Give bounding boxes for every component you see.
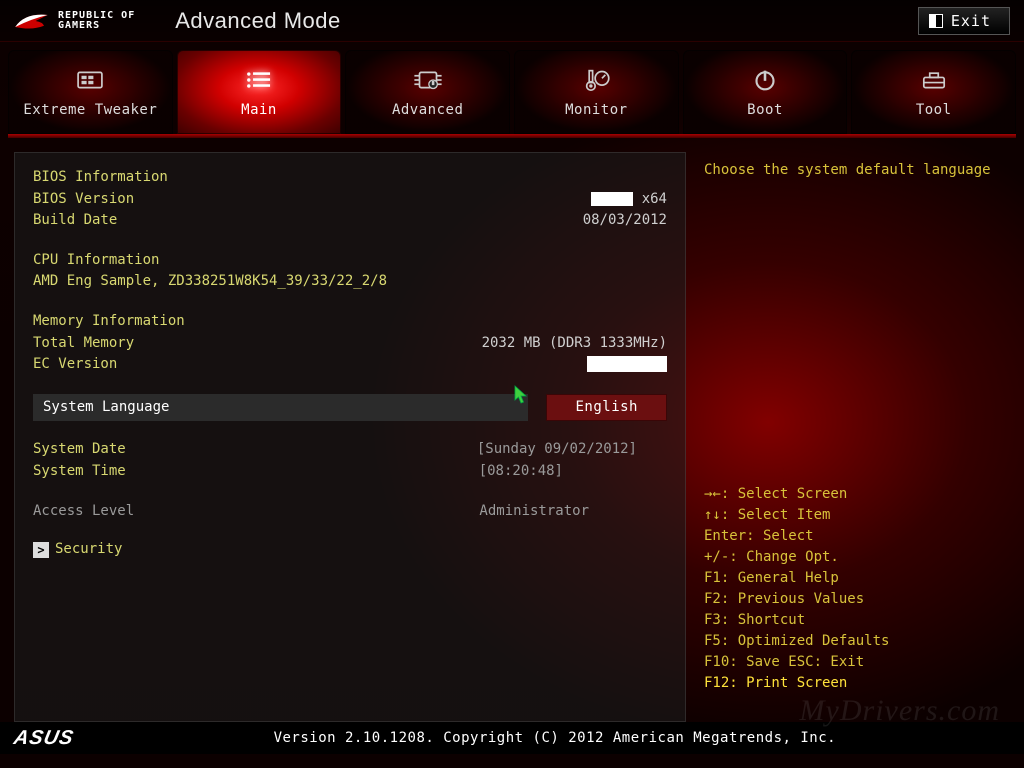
nav-help-line: F2: Previous Values	[704, 589, 1008, 610]
cpu-info-value: AMD Eng Sample, ZD338251W8K54_39/33/22_2…	[33, 272, 387, 292]
tab-boot[interactable]: Boot	[683, 50, 848, 134]
main-area: BIOS Information BIOS Version x64 Build …	[0, 138, 1024, 722]
tab-label: Monitor	[565, 102, 628, 118]
rog-eye-icon	[14, 10, 50, 32]
system-date-label[interactable]: System Date	[33, 440, 126, 460]
system-time-label[interactable]: System Time	[33, 462, 126, 482]
cpu-info-block: CPU Information AMD Eng Sample, ZD338251…	[33, 250, 667, 293]
tab-label: Tool	[916, 102, 952, 118]
list-icon	[242, 66, 276, 94]
nav-help-highlight: F12: Print Screen	[704, 673, 1008, 694]
nav-help: →←: Select Screen ↑↓: Select Item Enter:…	[702, 478, 1010, 712]
bios-info-title: BIOS Information	[33, 168, 168, 188]
tweaker-icon	[73, 66, 107, 94]
nav-help-line: F3: Shortcut	[704, 610, 1008, 631]
ec-version-label: EC Version	[33, 355, 117, 375]
access-level-label: Access Level	[33, 502, 134, 522]
tab-bar: Extreme Tweaker Main Advanced Monitor Bo…	[0, 42, 1024, 134]
security-label: Security	[55, 540, 122, 560]
exit-button[interactable]: Exit	[918, 7, 1010, 35]
nav-help-line: F1: General Help	[704, 568, 1008, 589]
nav-help-line: F5: Optimized Defaults	[704, 631, 1008, 652]
content-panel: BIOS Information BIOS Version x64 Build …	[14, 152, 686, 722]
bios-version-label: BIOS Version	[33, 190, 134, 210]
system-language-select[interactable]: English	[546, 394, 667, 422]
tab-label: Main	[241, 102, 277, 118]
build-date-value: 08/03/2012	[583, 211, 667, 231]
system-language-label[interactable]: System Language	[33, 394, 528, 422]
chevron-right-icon: >	[33, 542, 49, 558]
total-memory-label: Total Memory	[33, 334, 134, 354]
header-bar: REPUBLIC OF GAMERS Advanced Mode Exit	[0, 0, 1024, 42]
nav-help-line: →←: Select Screen	[704, 484, 1008, 505]
tab-main[interactable]: Main	[177, 50, 342, 134]
rog-logo: REPUBLIC OF GAMERS	[14, 10, 135, 32]
tab-label: Advanced	[392, 102, 463, 118]
power-icon	[748, 66, 782, 94]
system-language-row: System Language English	[33, 394, 667, 422]
exit-label: Exit	[951, 12, 991, 30]
thermometer-icon	[579, 66, 613, 94]
bios-version-value: x64	[591, 190, 667, 210]
system-date-value[interactable]: [Sunday 09/02/2012]	[477, 440, 637, 460]
brand-line2: GAMERS	[58, 21, 135, 31]
tab-extreme-tweaker[interactable]: Extreme Tweaker	[8, 50, 173, 134]
nav-help-line: Enter: Select	[704, 526, 1008, 547]
mode-title: Advanced Mode	[175, 8, 341, 34]
security-submenu[interactable]: > Security	[33, 540, 667, 560]
redacted-box	[591, 192, 633, 206]
asus-logo: ASUS	[12, 727, 76, 750]
footer-bar: ASUS Version 2.10.1208. Copyright (C) 20…	[0, 722, 1024, 754]
nav-help-line: ↑↓: Select Item	[704, 505, 1008, 526]
tab-monitor[interactable]: Monitor	[514, 50, 679, 134]
access-level-value: Administrator	[479, 502, 589, 522]
memory-info-block: Memory Information Total Memory 2032 MB …	[33, 311, 667, 376]
tab-tool[interactable]: Tool	[851, 50, 1016, 134]
toolbox-icon	[917, 66, 951, 94]
side-panel: Choose the system default language →←: S…	[702, 152, 1010, 722]
tab-advanced[interactable]: Advanced	[345, 50, 510, 134]
bios-info-block: BIOS Information BIOS Version x64 Build …	[33, 167, 667, 232]
system-time-value[interactable]: [08:20:48]	[479, 462, 563, 482]
footer-text: Version 2.10.1208. Copyright (C) 2012 Am…	[274, 730, 837, 746]
memory-info-title: Memory Information	[33, 312, 185, 332]
total-memory-value: 2032 MB (DDR3 1333MHz)	[482, 334, 667, 354]
nav-help-line: F10: Save ESC: Exit	[704, 652, 1008, 673]
help-description: Choose the system default language	[702, 152, 1010, 189]
chip-icon	[411, 66, 445, 94]
exit-icon	[929, 14, 943, 28]
tab-label: Boot	[747, 102, 783, 118]
nav-help-line: +/-: Change Opt.	[704, 547, 1008, 568]
redacted-box	[587, 356, 667, 372]
brand-line1: REPUBLIC OF	[58, 11, 135, 21]
ec-version-value	[587, 355, 667, 375]
build-date-label: Build Date	[33, 211, 117, 231]
cpu-info-title: CPU Information	[33, 251, 159, 271]
tab-label: Extreme Tweaker	[23, 102, 157, 118]
